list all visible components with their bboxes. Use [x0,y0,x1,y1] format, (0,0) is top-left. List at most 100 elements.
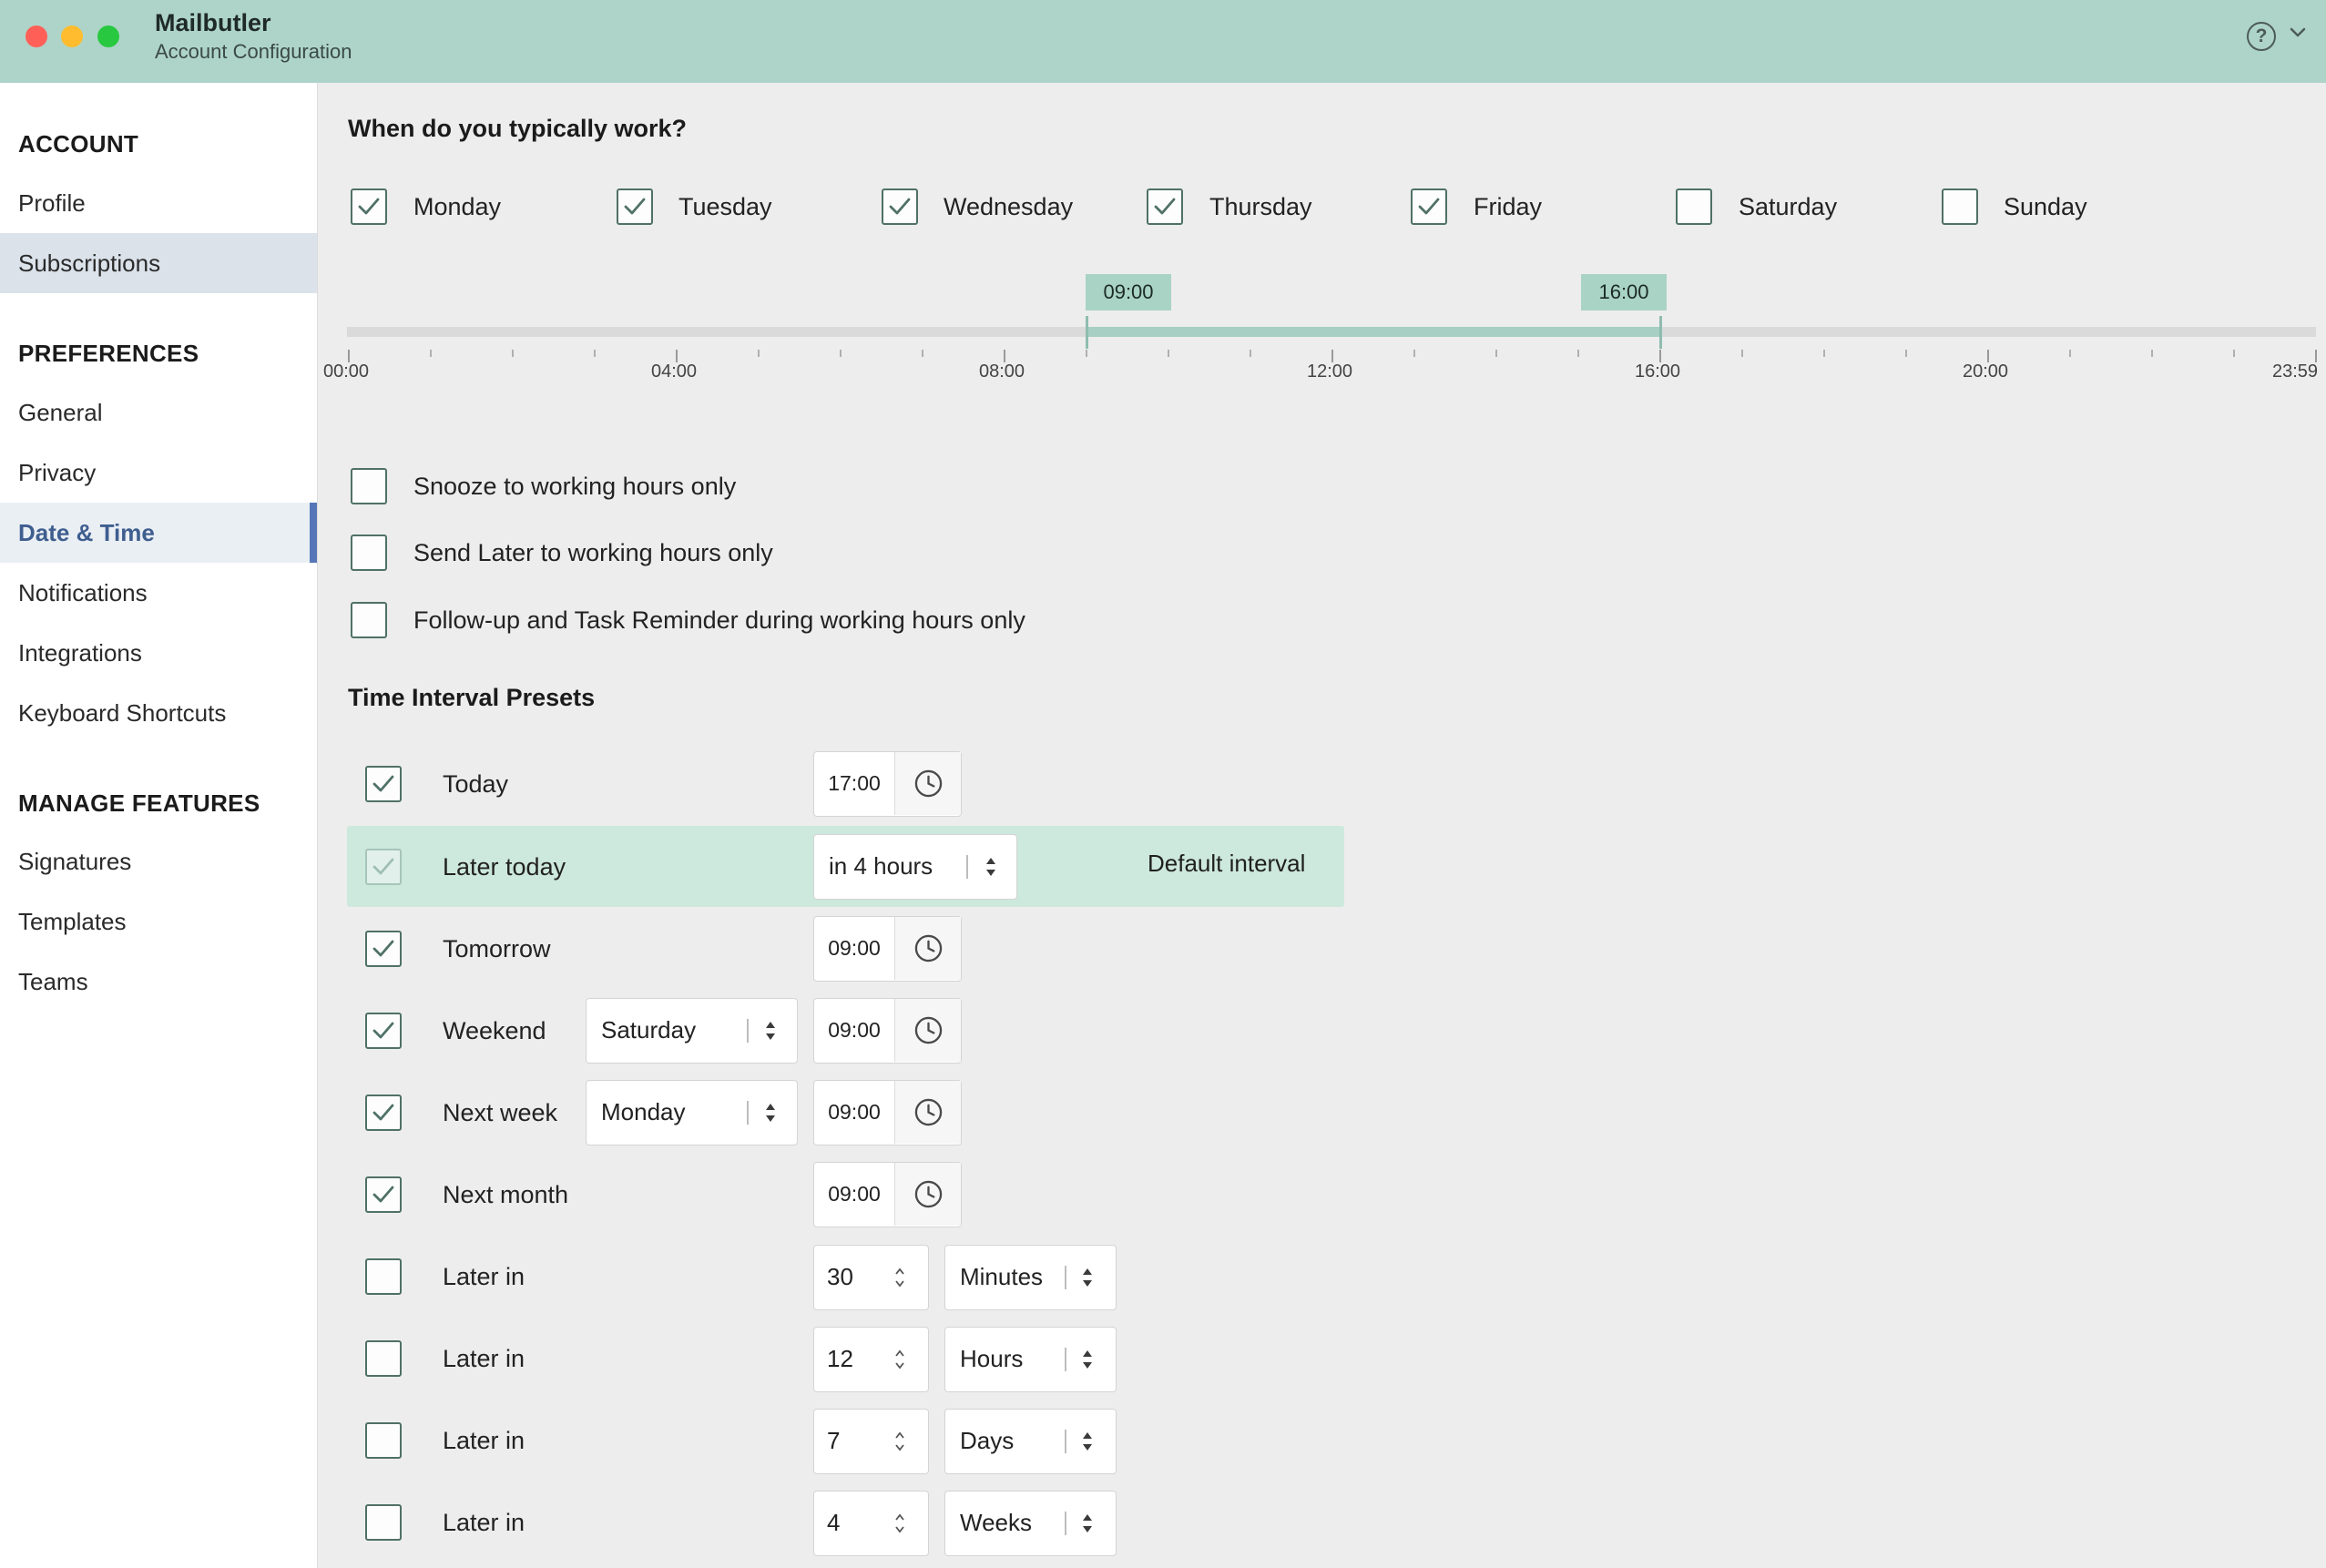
preset-today-checkbox[interactable] [365,766,402,802]
number-value[interactable]: 30 [827,1246,853,1308]
sidebar-section-manage-features: MANAGE FEATURES [18,789,260,817]
tick-label: 00:00 [322,361,370,382]
working-hours-range[interactable] [1086,327,1659,337]
preset-hours-unit-select[interactable]: Hours [944,1327,1117,1392]
chevron-up-down-icon [1083,1432,1092,1451]
window-zoom-button[interactable] [97,25,119,47]
saturday-checkbox[interactable] [1676,188,1712,225]
followup-working-hours-checkbox[interactable] [351,602,387,638]
sidebar-item-date-time[interactable]: Date & Time [0,503,317,563]
main-content: When do you typically work? Monday Tuesd… [318,83,2326,1568]
clock-icon[interactable] [894,917,961,980]
friday-checkbox[interactable] [1411,188,1447,225]
tuesday-checkbox[interactable] [617,188,653,225]
sidebar-item-privacy[interactable]: Privacy [0,443,317,503]
presets-heading: Time Interval Presets [348,684,596,711]
select-value: Hours [960,1345,1024,1372]
snooze-working-hours-checkbox[interactable] [351,468,387,504]
help-icon[interactable]: ? [2247,22,2276,51]
preset-later-today-select[interactable]: in 4 hours [813,834,1017,900]
slider-tick [1004,350,1005,362]
friday-label: Friday [1474,193,1543,220]
preset-minutes-number-input[interactable]: 30 [813,1245,929,1310]
preset-later-in-label: Later in [443,1345,525,1372]
chevron-down-icon[interactable] [2288,22,2308,42]
tick-label: 20:00 [1962,361,2009,382]
preset-today-time[interactable]: 17:00 [813,751,962,817]
preset-later-in-days-checkbox[interactable] [365,1422,402,1459]
work-heading: When do you typically work? [348,115,688,142]
preset-tomorrow-time[interactable]: 09:00 [813,916,962,982]
window-close-button[interactable] [26,25,47,47]
slider-tick [594,350,596,357]
slider-tick [1823,350,1825,357]
checkmark-icon [1418,198,1440,215]
preset-weekend-time[interactable]: 09:00 [813,998,962,1064]
number-value[interactable]: 4 [827,1492,840,1554]
slider-tick [1659,350,1661,362]
slider-tick [1413,350,1415,357]
tick-label: 04:00 [650,361,698,382]
tick-label: 16:00 [1634,361,1681,382]
preset-weeks-unit-select[interactable]: Weeks [944,1491,1117,1556]
start-time-handle[interactable] [1086,316,1088,349]
sidebar-item-teams[interactable]: Teams [0,952,317,1012]
clock-icon[interactable] [894,752,961,815]
sidebar-item-general[interactable]: General [0,382,317,443]
clock-icon[interactable] [894,1081,961,1144]
select-value: Monday [601,1098,686,1125]
time-value[interactable]: 17:00 [814,752,894,815]
number-value[interactable]: 12 [827,1328,853,1390]
preset-next-month-time[interactable]: 09:00 [813,1162,962,1227]
thursday-checkbox[interactable] [1147,188,1183,225]
monday-checkbox[interactable] [351,188,387,225]
wednesday-label: Wednesday [944,193,1074,220]
sidebar-item-templates[interactable]: Templates [0,891,317,952]
preset-next-month-checkbox[interactable] [365,1176,402,1213]
stepper-icon[interactable] [893,1345,907,1374]
sidebar-item-notifications[interactable]: Notifications [0,563,317,623]
sunday-checkbox[interactable] [1942,188,1978,225]
wednesday-checkbox[interactable] [882,188,918,225]
sidebar-item-keyboard-shortcuts[interactable]: Keyboard Shortcuts [0,683,317,743]
sidebar-item-subscriptions[interactable]: Subscriptions [0,233,317,293]
sidebar-item-signatures[interactable]: Signatures [0,831,317,891]
time-value[interactable]: 09:00 [814,1081,894,1144]
end-time-handle[interactable] [1659,316,1662,349]
window-minimize-button[interactable] [61,25,83,47]
time-value[interactable]: 09:00 [814,1163,894,1226]
number-value[interactable]: 7 [827,1410,840,1472]
stepper-icon[interactable] [893,1427,907,1456]
preset-days-number-input[interactable]: 7 [813,1409,929,1474]
sunday-label: Sunday [2004,193,2087,220]
preset-next-week-time[interactable]: 09:00 [813,1080,962,1145]
stepper-icon[interactable] [893,1263,907,1292]
preset-later-in-label: Later in [443,1427,525,1454]
sidebar-item-integrations[interactable]: Integrations [0,623,317,683]
preset-next-week-day-select[interactable]: Monday [586,1080,798,1145]
clock-icon[interactable] [894,999,961,1062]
saturday-label: Saturday [1739,193,1838,220]
slider-tick [1577,350,1579,357]
stepper-icon[interactable] [893,1509,907,1538]
time-value[interactable]: 09:00 [814,917,894,980]
preset-days-unit-select[interactable]: Days [944,1409,1117,1474]
preset-weekend-day-select[interactable]: Saturday [586,998,798,1064]
preset-next-week-checkbox[interactable] [365,1095,402,1131]
preset-later-in-minutes-checkbox[interactable] [365,1258,402,1295]
preset-weeks-number-input[interactable]: 4 [813,1491,929,1556]
chevron-up-down-icon [1083,1268,1092,1287]
preset-later-in-weeks-checkbox[interactable] [365,1504,402,1541]
send-later-working-hours-checkbox[interactable] [351,535,387,571]
preset-hours-number-input[interactable]: 12 [813,1327,929,1392]
time-value[interactable]: 09:00 [814,999,894,1062]
preset-later-in-hours-checkbox[interactable] [365,1340,402,1377]
sidebar-item-profile[interactable]: Profile [0,173,317,233]
preset-later-in-label: Later in [443,1509,525,1536]
clock-icon[interactable] [894,1163,961,1226]
slider-tick [922,350,923,357]
preset-minutes-unit-select[interactable]: Minutes [944,1245,1117,1310]
preset-tomorrow-checkbox[interactable] [365,931,402,967]
preset-weekend-checkbox[interactable] [365,1013,402,1049]
preset-weekend-label: Weekend [443,1017,546,1044]
